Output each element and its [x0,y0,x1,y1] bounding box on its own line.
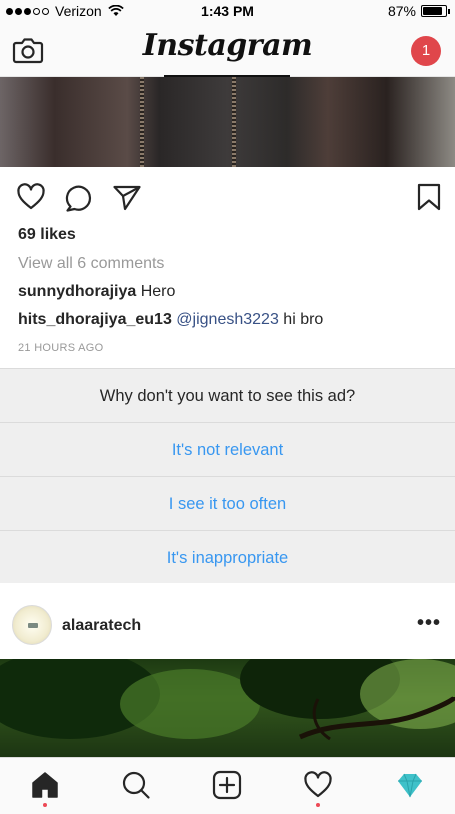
instagram-logo[interactable]: Instagram [0,28,455,63]
share-icon[interactable] [112,182,142,212]
comment-text: hi bro [283,311,324,328]
battery-percent: 87% [387,3,416,19]
activity-icon[interactable] [303,770,333,800]
avatar[interactable] [12,605,52,645]
post-photo[interactable] [0,659,455,757]
diamond-icon[interactable] [395,770,425,800]
likes-count[interactable]: 69 likes [18,226,76,244]
post-timestamp: 21 HOURS AGO [18,342,104,354]
option-not-relevant[interactable]: It's not relevant [0,423,455,477]
bookmark-icon[interactable] [414,182,444,212]
option-see-too-often[interactable]: I see it too often [0,477,455,531]
notification-badge[interactable]: 1 [411,36,441,66]
comment: sunnydhorajiya Hero [18,283,175,301]
home-active-dot [43,803,47,807]
post-username[interactable]: alaaratech [62,617,141,635]
post-header: alaaratech ••• [0,597,455,657]
ad-feedback-question: Why don't you want to see this ad? [0,369,455,423]
option-inappropriate[interactable]: It's inappropriate [0,531,455,585]
comment-icon[interactable] [64,182,94,212]
comment-text: Hero [140,283,176,300]
search-icon[interactable] [121,770,151,800]
heart-icon[interactable] [16,182,46,212]
status-time: 1:43 PM [201,3,254,19]
nav-bar: Instagram 1 [0,22,455,77]
tab-bar [0,757,455,814]
comment-mention[interactable]: @jignesh3223 [176,311,279,328]
battery-status: 87% [387,3,450,19]
add-icon[interactable] [212,770,242,800]
ad-feedback-panel: Why don't you want to see this ad? It's … [0,368,455,583]
status-bar: Verizon 1:43 PM 87% [0,0,455,22]
home-icon[interactable] [30,770,60,800]
post-photo[interactable] [0,77,455,167]
activity-notification-dot [316,803,320,807]
comment-username[interactable]: sunnydhorajiya [18,283,136,300]
comment-username[interactable]: hits_dhorajiya_eu13 [18,311,172,328]
post-actions [0,182,455,214]
comment: hits_dhorajiya_eu13 @jignesh3223 hi bro [18,311,323,329]
view-all-comments-link[interactable]: View all 6 comments [18,255,164,273]
more-options-button[interactable]: ••• [417,613,441,633]
battery-icon [421,5,450,17]
